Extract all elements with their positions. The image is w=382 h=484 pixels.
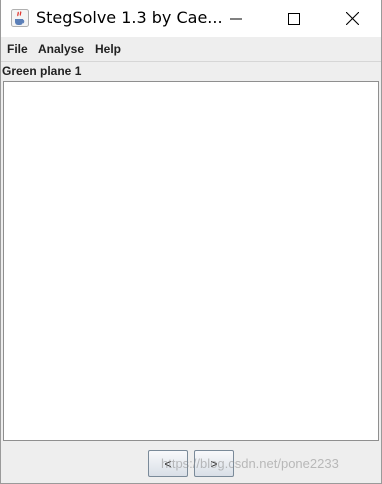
menu-file[interactable]: File [7, 42, 28, 56]
title-bar[interactable]: StegSolve 1.3 by Cae... [1, 0, 381, 38]
plane-label: Green plane 1 [2, 64, 82, 78]
next-button[interactable]: > [194, 450, 234, 477]
maximize-icon [288, 12, 300, 25]
menu-separator [1, 61, 381, 62]
previous-button[interactable]: < [148, 450, 188, 477]
window-title: StegSolve 1.3 by Cae... [36, 8, 223, 27]
close-button[interactable] [323, 0, 381, 37]
close-icon [345, 12, 359, 25]
minimize-icon [230, 18, 242, 19]
menu-bar: File Analyse Help [1, 37, 381, 61]
stegsolve-window: StegSolve 1.3 by Cae... File Analyse Hel… [0, 0, 382, 484]
menu-help[interactable]: Help [95, 42, 121, 56]
menu-analyse[interactable]: Analyse [38, 42, 84, 56]
java-cup-icon [11, 9, 29, 27]
maximize-button[interactable] [265, 0, 323, 37]
image-view-panel[interactable] [3, 81, 379, 441]
minimize-button[interactable] [207, 0, 265, 37]
